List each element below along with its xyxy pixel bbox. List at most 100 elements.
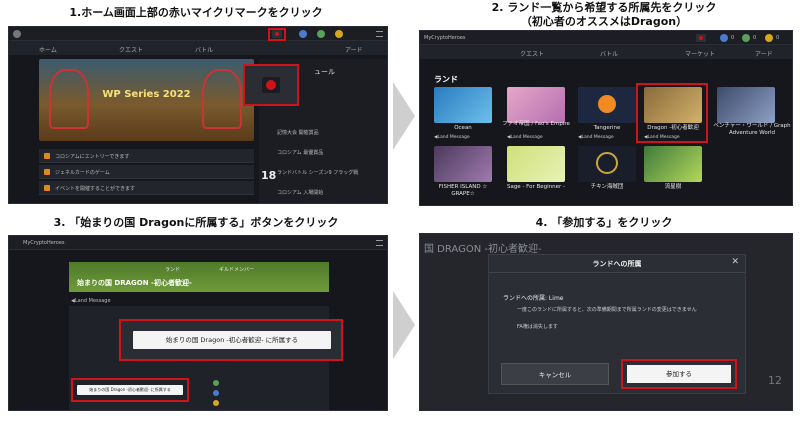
p1-schedule-title: ュール <box>314 68 335 76</box>
modal-note-1: 一度このランドに所属すると、次の準備期間まで所属ランドの変更はできません <box>517 307 697 313</box>
p1-schedule-item-4[interactable]: コロシアム 入場開始 <box>277 189 323 196</box>
p3-tab-land[interactable]: ランド <box>165 266 180 273</box>
p2-logo: MyCryptoHeroes <box>424 35 466 41</box>
panel-step3: MyCryptoHeroes ランド ギルドメンバー 始まりの国 DRAGON … <box>8 235 388 411</box>
land-tangerine-thumb[interactable] <box>578 87 636 123</box>
p1-row-1[interactable]: コロシアムにエントリーできます <box>39 149 254 163</box>
p3-join-highlight: 始まりの国 Dragon -初心者歓迎- に所属する <box>71 378 189 402</box>
p1-row-2[interactable]: ジェネルカードのゲーム <box>39 165 254 179</box>
p1-row-icon <box>44 153 50 159</box>
mycryptomark-icon[interactable] <box>262 77 280 93</box>
step3-title: 3. 「始まりの国 Dragonに所属する」ボタンをクリック <box>53 216 339 229</box>
panel-step2: MyCryptoHeroes 0 0 0 クエスト バトル マーケット アード … <box>419 30 793 206</box>
land-chicken-thumb[interactable] <box>578 146 636 182</box>
land-fisher-thumb[interactable] <box>434 146 492 182</box>
p2-topbar: MyCryptoHeroes 0 0 0 <box>420 31 792 45</box>
p1-row-icon <box>44 169 50 175</box>
land-fao-name[interactable]: ファオ帝国 / Fao's Empire <box>502 121 570 128</box>
land-venture-thumb[interactable] <box>717 87 775 123</box>
p3-land-message-label[interactable]: ◀Land Message <box>71 298 111 304</box>
p1-date-number: 18 <box>261 169 277 182</box>
p1-banner-text: WP Series 2022 <box>102 89 191 100</box>
p2-coin-1 <box>720 34 728 42</box>
land-join-modal: ランドへの所属 ✕ ランドへの所属: Lime 一度このランドに所属すると、次の… <box>488 254 746 394</box>
p2-coin-3 <box>765 34 773 42</box>
p2-nav-battle[interactable]: バトル <box>600 49 618 58</box>
step2-title-line1: 2. ランド一覧から希望する所属先をクリック <box>491 1 717 14</box>
p1-banner[interactable]: WP Series 2022 <box>39 59 254 141</box>
modal-title: ランドへの所属 <box>592 260 642 268</box>
land-ocean-thumb[interactable] <box>434 87 492 123</box>
p1-row-text: イベントを開催することができます <box>55 186 136 192</box>
join-button[interactable]: 参加する <box>627 365 731 383</box>
arrow-step1-to-2 <box>393 82 415 150</box>
p4-bg-number: 12 <box>768 374 782 387</box>
p2-coin-2 <box>742 34 750 42</box>
modal-note-2: FA権は消失します <box>517 324 558 330</box>
p3-land-banner: 始まりの国 DRAGON -初心者歓迎- <box>77 279 192 287</box>
land-ryusei-thumb[interactable] <box>644 146 702 182</box>
land-dragon-highlight <box>636 83 708 143</box>
p1-mark-highlight <box>268 28 286 41</box>
panel-step4: 国 DRAGON -初心者歓迎- 12 ランドへの所属 ✕ ランドへの所属: L… <box>419 233 793 411</box>
land-fisher-name[interactable]: FISHER ISLAND ☆ GRAPE☆ <box>429 184 497 198</box>
modal-close-icon[interactable]: ✕ <box>731 257 739 267</box>
land-tangerine-msg[interactable]: ◀Land Message <box>578 135 614 140</box>
p1-row-text: コロシアムにエントリーできます <box>55 154 130 160</box>
p2-count-1: 0 <box>731 35 735 41</box>
land-sage-name[interactable]: Sage - For Beginner - <box>502 184 570 191</box>
p2-mark-icon[interactable] <box>696 34 706 42</box>
p3-logo: MyCryptoHeroes <box>23 240 65 246</box>
p2-count-3: 0 <box>776 35 780 41</box>
land-fao-msg[interactable]: ◀Land Message <box>507 135 543 140</box>
p1-banner-dragon-left <box>49 69 89 129</box>
p1-nav-battle[interactable]: バトル <box>195 45 213 54</box>
land-sage-thumb[interactable] <box>507 146 565 182</box>
p2-nav-market[interactable]: マーケット <box>685 49 715 58</box>
step4-title: 4. 「参加する」をクリック <box>535 216 673 229</box>
p1-topbar <box>9 27 387 41</box>
p3-land-header: ランド ギルドメンバー 始まりの国 DRAGON -初心者歓迎- <box>69 262 329 292</box>
p4-bg-title: 国 DRAGON -初心者歓迎- <box>424 244 542 255</box>
p1-mark-zoom <box>243 64 299 106</box>
land-tangerine-name[interactable]: Tangerine <box>573 125 641 132</box>
land-fao-thumb[interactable] <box>507 87 565 123</box>
p2-nav: クエスト バトル マーケット アード <box>420 45 792 59</box>
land-ryusei-name[interactable]: 流星樹 <box>639 184 707 191</box>
p2-nav-quest[interactable]: クエスト <box>520 49 544 58</box>
land-ocean-name[interactable]: Ocean <box>429 125 497 132</box>
p1-menu-icon[interactable] <box>376 31 383 37</box>
join-button-highlight: 参加する <box>621 359 737 389</box>
p1-banner-dragon-right <box>202 69 242 129</box>
p1-coin-icons <box>299 30 359 38</box>
p1-nav-quest[interactable]: クエスト <box>119 45 143 54</box>
arrow-step3-to-4 <box>393 291 415 359</box>
p3-menu-icon[interactable] <box>376 240 383 246</box>
p2-nav-ard[interactable]: アード <box>755 49 773 58</box>
land-chicken-name[interactable]: チキン海賊団 <box>573 184 641 191</box>
p2-section-title: ランド <box>434 75 458 84</box>
p1-nav: ホーム クエスト バトル アード <box>9 41 387 55</box>
cancel-button[interactable]: キャンセル <box>501 363 609 385</box>
p1-schedule-item-2[interactable]: ランドバトル シーズン9 フラッグ戦 <box>277 169 358 176</box>
p2-count-2: 0 <box>753 35 757 41</box>
p1-schedule-item-3[interactable]: 記憶大会 開催賞品 <box>277 129 319 136</box>
p1-nav-ard[interactable]: アード <box>345 45 363 54</box>
modal-header: ランドへの所属 ✕ <box>489 255 745 273</box>
p1-row-3[interactable]: イベントを開催することができます <box>39 181 254 195</box>
p3-tab-group[interactable]: ギルドメンバー <box>219 266 254 273</box>
p3-list-dot-1 <box>213 380 219 386</box>
land-ocean-msg[interactable]: ◀Land Message <box>434 135 470 140</box>
join-land-button[interactable]: 始まりの国 Dragon -初心者歓迎- に所属する <box>77 385 183 395</box>
modal-belong-label: ランドへの所属: Lime <box>503 295 564 302</box>
p3-list-dot-2 <box>213 390 219 396</box>
p3-list-dot-3 <box>213 400 219 406</box>
p1-schedule-item-1[interactable]: コロシアム 最優賞品 <box>277 149 323 156</box>
land-venture-name[interactable]: ベンチャー・ワールド / Graph Adventure World <box>712 123 792 137</box>
panel-step1: ホーム クエスト バトル アード WP Series 2022 コロシアムにエン… <box>8 26 388 204</box>
step1-title: 1.ホーム画面上部の赤いマイクリマークをクリック <box>69 6 323 19</box>
join-land-button-zoom[interactable]: 始まりの国 Dragon -初心者歓迎- に所属する <box>133 331 331 349</box>
p1-nav-home[interactable]: ホーム <box>39 45 57 54</box>
p1-logo-icon <box>13 30 21 38</box>
p1-row-text: ジェネルカードのゲーム <box>55 170 110 176</box>
